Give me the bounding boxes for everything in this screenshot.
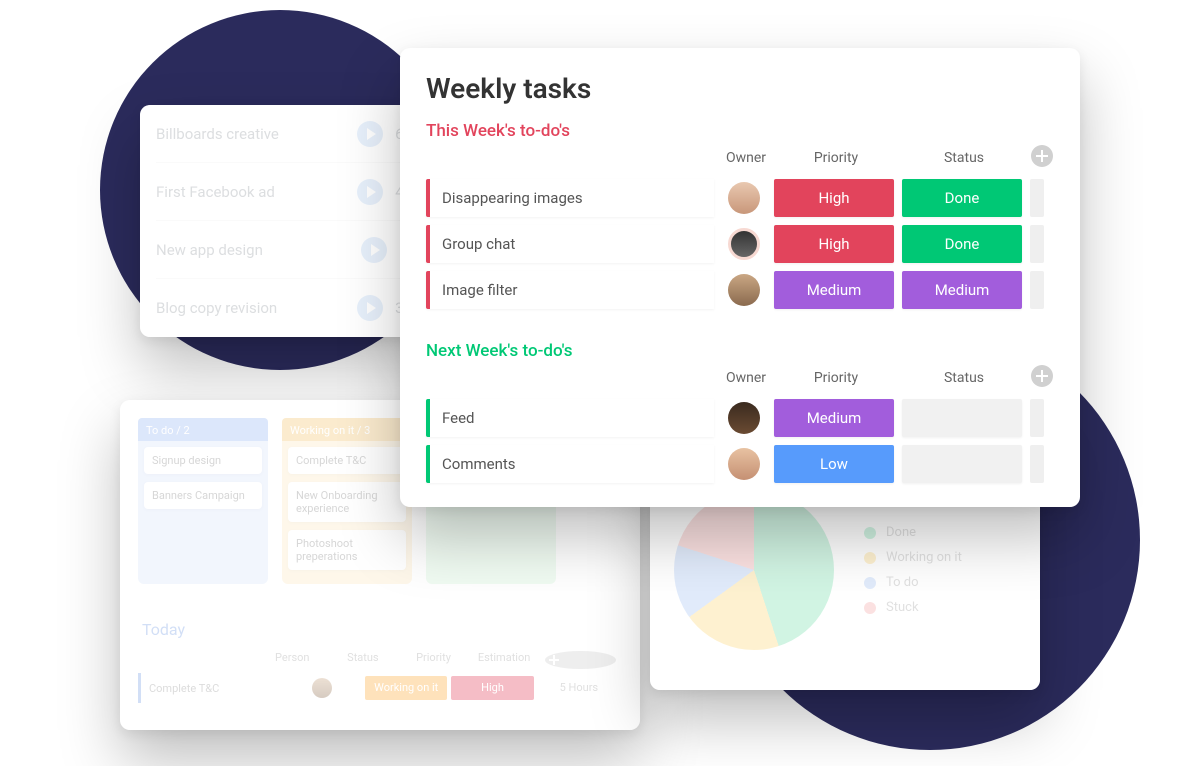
priority-cell[interactable]: Low bbox=[774, 445, 894, 483]
kanban-column-header: To do / 2 bbox=[138, 418, 268, 441]
status-cell[interactable]: Done bbox=[902, 225, 1022, 263]
add-column-icon[interactable] bbox=[545, 651, 616, 669]
priority-cell[interactable]: High bbox=[774, 179, 894, 217]
status-cell[interactable]: Working on it bbox=[365, 676, 447, 700]
task-title: New app design bbox=[156, 241, 349, 259]
row-trailing bbox=[1030, 399, 1044, 437]
status-cell[interactable] bbox=[902, 445, 1022, 483]
owner-cell[interactable] bbox=[714, 448, 774, 480]
column-header: Status bbox=[904, 150, 1024, 166]
priority-cell[interactable]: Medium bbox=[774, 399, 894, 437]
weekly-tasks-panel: Weekly tasks This Week's to-do'sOwnerPri… bbox=[400, 48, 1080, 507]
group-title[interactable]: Next Week's to-do's bbox=[426, 341, 1054, 361]
task-row[interactable]: Feed Medium bbox=[426, 397, 1054, 439]
legend-label: Done bbox=[886, 525, 916, 540]
column-header: Owner bbox=[716, 150, 776, 166]
task-row[interactable]: Image filter MediumMedium bbox=[426, 269, 1054, 311]
task-row[interactable]: Group chat HighDone bbox=[426, 223, 1054, 265]
avatar bbox=[728, 402, 760, 434]
kanban-card[interactable]: New Onboarding experience bbox=[288, 482, 406, 522]
status-cell[interactable] bbox=[902, 399, 1022, 437]
row-trailing bbox=[1030, 271, 1044, 309]
owner-cell[interactable] bbox=[281, 678, 363, 698]
task-name-cell[interactable]: Comments bbox=[426, 445, 714, 483]
estimation-cell[interactable]: 5 Hours bbox=[538, 676, 620, 700]
legend-item: Working on it bbox=[864, 550, 962, 565]
task-row[interactable]: Comments Low bbox=[426, 443, 1054, 485]
kanban-column: Working on it / 3 Complete T&C New Onboard… bbox=[282, 418, 412, 584]
group-title[interactable]: This Week's to-do's bbox=[426, 121, 1054, 141]
task-group: Next Week's to-do's OwnerPriority Status Fe… bbox=[426, 341, 1054, 485]
task-name: Complete T&C bbox=[149, 682, 281, 695]
legend-item: Stuck bbox=[864, 600, 962, 615]
kanban-column-header: Working on it / 3 bbox=[282, 418, 412, 441]
task-name-cell[interactable]: Group chat bbox=[426, 225, 714, 263]
time-tracking-row[interactable]: Blog copy revision3h 0 bbox=[156, 279, 424, 337]
kanban-card[interactable]: Banners Campaign bbox=[144, 482, 262, 509]
avatar bbox=[728, 228, 760, 260]
legend-label: Stuck bbox=[886, 600, 919, 615]
avatar bbox=[728, 182, 760, 214]
kanban-card[interactable]: Signup design bbox=[144, 447, 262, 474]
row-trailing bbox=[1030, 179, 1044, 217]
play-icon[interactable] bbox=[357, 295, 383, 321]
time-tracking-row[interactable]: New app design12h bbox=[156, 221, 424, 279]
legend-label: To do bbox=[886, 575, 919, 590]
priority-cell[interactable]: High bbox=[451, 676, 533, 700]
status-cell[interactable]: Done bbox=[902, 179, 1022, 217]
legend-swatch bbox=[864, 552, 876, 564]
kanban-card[interactable]: Photoshoot preperations bbox=[288, 530, 406, 570]
legend-item: To do bbox=[864, 575, 962, 590]
panel-title: Weekly tasks bbox=[426, 72, 1054, 105]
task-name-cell[interactable]: Image filter bbox=[426, 271, 714, 309]
avatar bbox=[728, 274, 760, 306]
legend-swatch bbox=[864, 602, 876, 614]
priority-cell[interactable]: Medium bbox=[774, 271, 894, 309]
legend-item: Done bbox=[864, 525, 962, 540]
owner-cell[interactable] bbox=[714, 182, 774, 214]
column-header: Priority bbox=[776, 370, 896, 386]
column-header: Priority bbox=[398, 651, 469, 669]
add-column-icon[interactable] bbox=[1031, 365, 1053, 387]
row-trailing bbox=[1030, 225, 1044, 263]
row-trailing bbox=[1030, 445, 1044, 483]
task-title: First Facebook ad bbox=[156, 183, 345, 201]
task-group: This Week's to-do's OwnerPriority Status Di… bbox=[426, 121, 1054, 337]
task-title: Billboards creative bbox=[156, 125, 345, 143]
priority-cell[interactable]: High bbox=[774, 225, 894, 263]
play-icon[interactable] bbox=[357, 179, 383, 205]
legend-label: Working on it bbox=[886, 550, 962, 565]
legend-swatch bbox=[864, 527, 876, 539]
time-tracking-row[interactable]: First Facebook ad4h 3 bbox=[156, 163, 424, 221]
owner-cell[interactable] bbox=[714, 274, 774, 306]
today-task-row[interactable]: Complete T&C Working on it High 5 Hours bbox=[138, 673, 622, 703]
kanban-column: To do / 2 Signup design Banners Campaign bbox=[138, 418, 268, 584]
time-tracking-row[interactable]: Billboards creative6h 5 bbox=[156, 105, 424, 163]
task-row[interactable]: Disappearing images HighDone bbox=[426, 177, 1054, 219]
column-header: Person bbox=[257, 651, 328, 669]
chart-legend: Done Working on it To do Stuck bbox=[864, 515, 962, 625]
column-header: Priority bbox=[776, 150, 896, 166]
column-header: Estimation bbox=[469, 651, 540, 669]
owner-cell[interactable] bbox=[714, 402, 774, 434]
today-heading: Today bbox=[142, 620, 622, 639]
avatar bbox=[728, 448, 760, 480]
play-icon[interactable] bbox=[361, 237, 387, 263]
task-name-cell[interactable]: Feed bbox=[426, 399, 714, 437]
kanban-card[interactable]: Complete T&C bbox=[288, 447, 406, 474]
status-cell[interactable]: Medium bbox=[902, 271, 1022, 309]
time-tracking-panel: Billboards creative6h 5First Facebook ad… bbox=[140, 105, 440, 337]
play-icon[interactable] bbox=[357, 121, 383, 147]
pie-chart bbox=[674, 490, 834, 650]
owner-cell[interactable] bbox=[714, 228, 774, 260]
legend-swatch bbox=[864, 577, 876, 589]
task-name-cell[interactable]: Disappearing images bbox=[426, 179, 714, 217]
column-header: Owner bbox=[716, 370, 776, 386]
column-header: Status bbox=[328, 651, 399, 669]
add-column-icon[interactable] bbox=[1031, 145, 1053, 167]
task-title: Blog copy revision bbox=[156, 299, 345, 317]
column-header: Status bbox=[904, 370, 1024, 386]
